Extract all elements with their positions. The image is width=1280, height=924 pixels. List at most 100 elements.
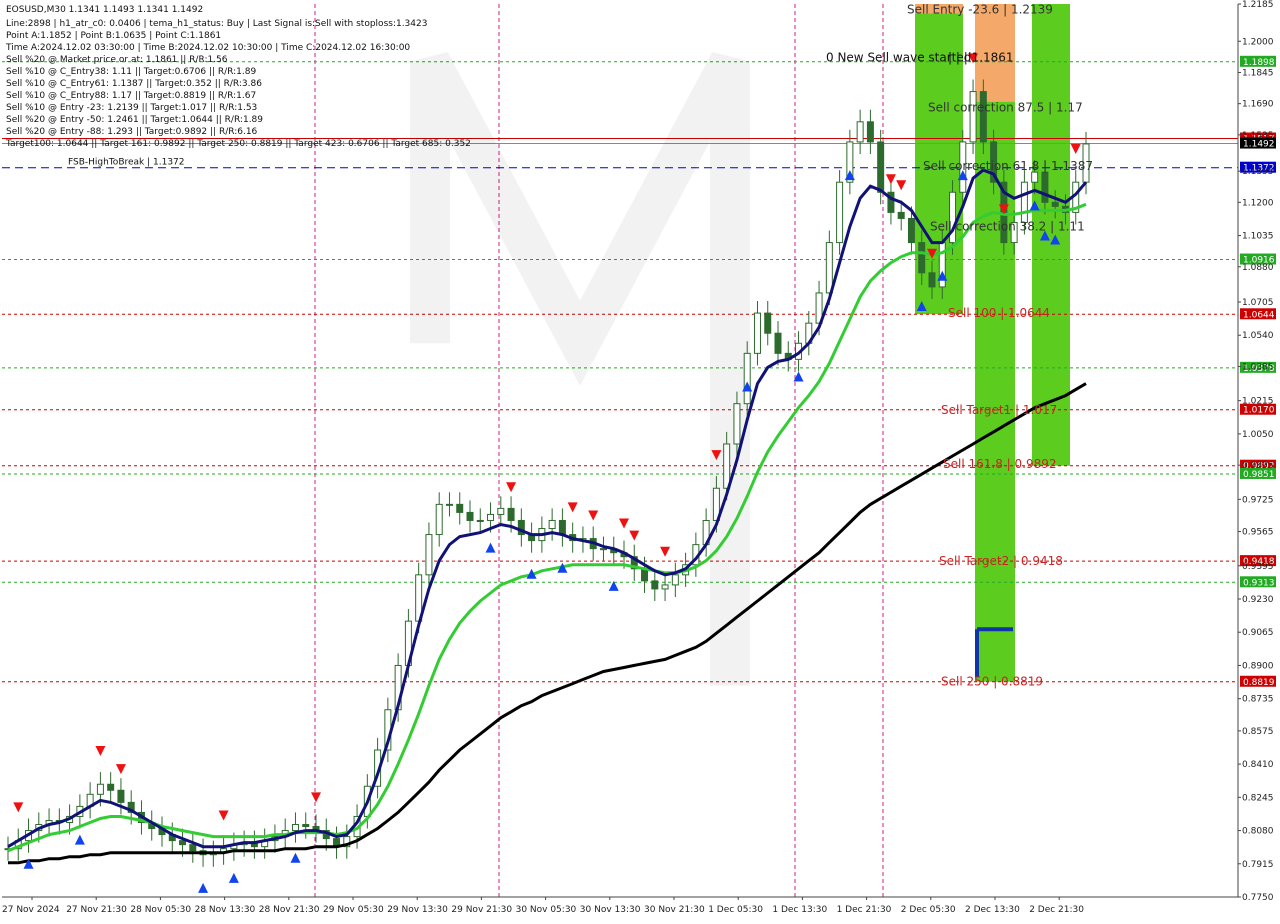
candle-body	[466, 511, 474, 521]
y-tick-label: 0.9395	[1242, 562, 1274, 572]
chart-annotation: Sell correction 61.8 | 1.1387	[923, 159, 1093, 173]
x-tick-label: 1 Dec 21:30	[837, 905, 892, 915]
candle-body	[764, 312, 772, 334]
candle-body	[558, 519, 566, 536]
chart-annotation: Sell Entry -23.6 | 1.2139	[907, 2, 1053, 16]
candle-body	[189, 844, 197, 852]
candle-body	[969, 91, 977, 143]
x-tick-label: 1 Dec 13:30	[772, 905, 827, 915]
candle-body	[836, 181, 844, 244]
candle-body	[117, 789, 125, 803]
candle-body	[856, 121, 864, 143]
info-line: Sell %10 @ C_Entry38: 1.11 || Target:0.6…	[6, 67, 256, 77]
y-tick-label: 1.1035	[1242, 232, 1274, 242]
chart-annotation: Sell 161.8 | 0.9892	[943, 457, 1057, 471]
price-level-tag-text: 1.1898	[1243, 58, 1275, 68]
info-line: Sell %20 @ Entry -88: 1.293 || Target:0.…	[6, 127, 258, 137]
y-tick-label: 1.1200	[1242, 198, 1274, 208]
y-tick-label: 0.9895	[1242, 461, 1274, 471]
chart-annotation: | | | 1.1861	[948, 50, 1014, 64]
y-tick-label: 1.0385	[1242, 362, 1274, 372]
x-tick-label: 27 Nov 2024	[2, 905, 60, 915]
chart-root: 1.18981.15171.14921.1372FSB-HighToBreak …	[0, 0, 1280, 920]
candle-body	[866, 121, 874, 143]
candle-body	[291, 824, 299, 832]
candle-body	[507, 507, 515, 521]
info-line: Sell %10 @ Entry -23: 1.2139 || Target:1…	[6, 103, 257, 113]
y-tick-label: 0.7915	[1242, 860, 1274, 870]
candle-body	[599, 548, 607, 551]
level-label: FSB-HighToBreak | 1.1372	[68, 158, 185, 168]
candle-body	[445, 503, 453, 506]
chart-annotation: Sell 100 | 1.0644	[948, 306, 1050, 320]
candle-body	[302, 824, 310, 828]
y-tick-label: 0.8900	[1242, 661, 1274, 671]
info-line: Sell %20 @ Entry -50: 1.2461 || Target:1…	[6, 115, 263, 125]
candle-body	[476, 519, 484, 522]
y-tick-label: 0.7750	[1242, 893, 1274, 903]
targets-line: Target100: 1.0644 || Target 161: 0.9892 …	[5, 139, 471, 149]
price-chart: 1.18981.15171.14921.1372FSB-HighToBreak …	[0, 0, 1280, 920]
symbol-header: EOSUSD,M30 1.1341 1.1493 1.1341 1.1492	[6, 5, 203, 15]
signal-zone	[975, 101, 1015, 682]
price-level-tag-text: 1.0644	[1243, 310, 1275, 320]
chart-annotation: Sell correction 38.2 | 1.11	[930, 220, 1085, 234]
candle-body	[96, 783, 104, 795]
info-line: Line:2898 | h1_atr_c0: 0.0406 | tema_h1_…	[6, 19, 427, 29]
info-line: Sell %10 @ C_Entry61: 1.1387 || Target:0…	[6, 79, 262, 89]
y-tick-label: 1.0050	[1242, 430, 1274, 440]
y-tick-label: 0.8080	[1242, 827, 1274, 837]
x-tick-label: 2 Dec 13:30	[965, 905, 1020, 915]
x-tick-label: 28 Nov 05:30	[130, 905, 191, 915]
price-level-tag-text: 0.9851	[1243, 470, 1275, 480]
candle-body	[456, 503, 464, 513]
candle-body	[435, 503, 443, 536]
y-tick-label: 0.8410	[1242, 760, 1274, 770]
info-line: Point A:1.1852 | Point B:1.0635 | Point …	[6, 31, 221, 41]
x-tick-label: 29 Nov 05:30	[323, 905, 384, 915]
y-tick-label: 1.1535	[1242, 131, 1274, 141]
candle-body	[774, 332, 782, 354]
y-tick-label: 1.1355	[1242, 167, 1274, 177]
x-tick-label: 30 Nov 21:30	[644, 905, 705, 915]
info-line: Time A:2024.12.02 03:30:00 | Time B:2024…	[5, 43, 410, 53]
x-tick-label: 1 Dec 05:30	[708, 905, 763, 915]
y-tick-label: 1.2000	[1242, 37, 1274, 47]
y-tick-label: 0.8245	[1242, 793, 1274, 803]
x-tick-label: 29 Nov 21:30	[451, 905, 512, 915]
x-tick-label: 28 Nov 21:30	[259, 905, 320, 915]
candle-body	[1031, 171, 1039, 183]
y-tick-label: 1.1690	[1242, 100, 1274, 110]
y-tick-label: 0.9065	[1242, 628, 1274, 638]
price-level-tag-text: 0.8819	[1243, 678, 1275, 688]
y-tick-label: 0.9565	[1242, 528, 1274, 538]
candle-body	[548, 519, 556, 530]
candle-body	[928, 272, 936, 288]
y-tick-label: 1.0215	[1242, 397, 1274, 407]
candle-body	[907, 217, 915, 244]
x-tick-label: 2 Dec 05:30	[901, 905, 956, 915]
y-tick-label: 1.0705	[1242, 298, 1274, 308]
y-tick-label: 1.0880	[1242, 263, 1274, 273]
y-tick-label: 0.9725	[1242, 495, 1274, 505]
candle-body	[487, 513, 495, 521]
y-tick-label: 1.1845	[1242, 68, 1274, 78]
candle-body	[661, 584, 669, 590]
candle-body	[107, 783, 115, 791]
y-tick-label: 0.8735	[1242, 695, 1274, 705]
candle-body	[1020, 181, 1028, 223]
info-line: Sell %20 @ Market price or at: 1.1861 ||…	[6, 55, 228, 65]
candle-body	[651, 580, 659, 590]
x-tick-label: 30 Nov 13:30	[580, 905, 641, 915]
x-tick-label: 30 Nov 05:30	[516, 905, 577, 915]
candle-body	[179, 840, 187, 846]
chart-annotation: Sell correction 87.5 | 1.17	[928, 101, 1083, 115]
candle-body	[897, 211, 905, 219]
candle-body	[753, 312, 761, 354]
y-tick-label: 1.2185	[1242, 0, 1274, 10]
chart-annotation: Sell Target2 | 0.9418	[939, 554, 1063, 568]
info-line: Sell %10 @ C_Entry88: 1.17 || Target:0.8…	[6, 91, 256, 101]
x-tick-label: 28 Nov 13:30	[195, 905, 256, 915]
candle-body	[1041, 171, 1049, 203]
candle-body	[825, 242, 833, 294]
